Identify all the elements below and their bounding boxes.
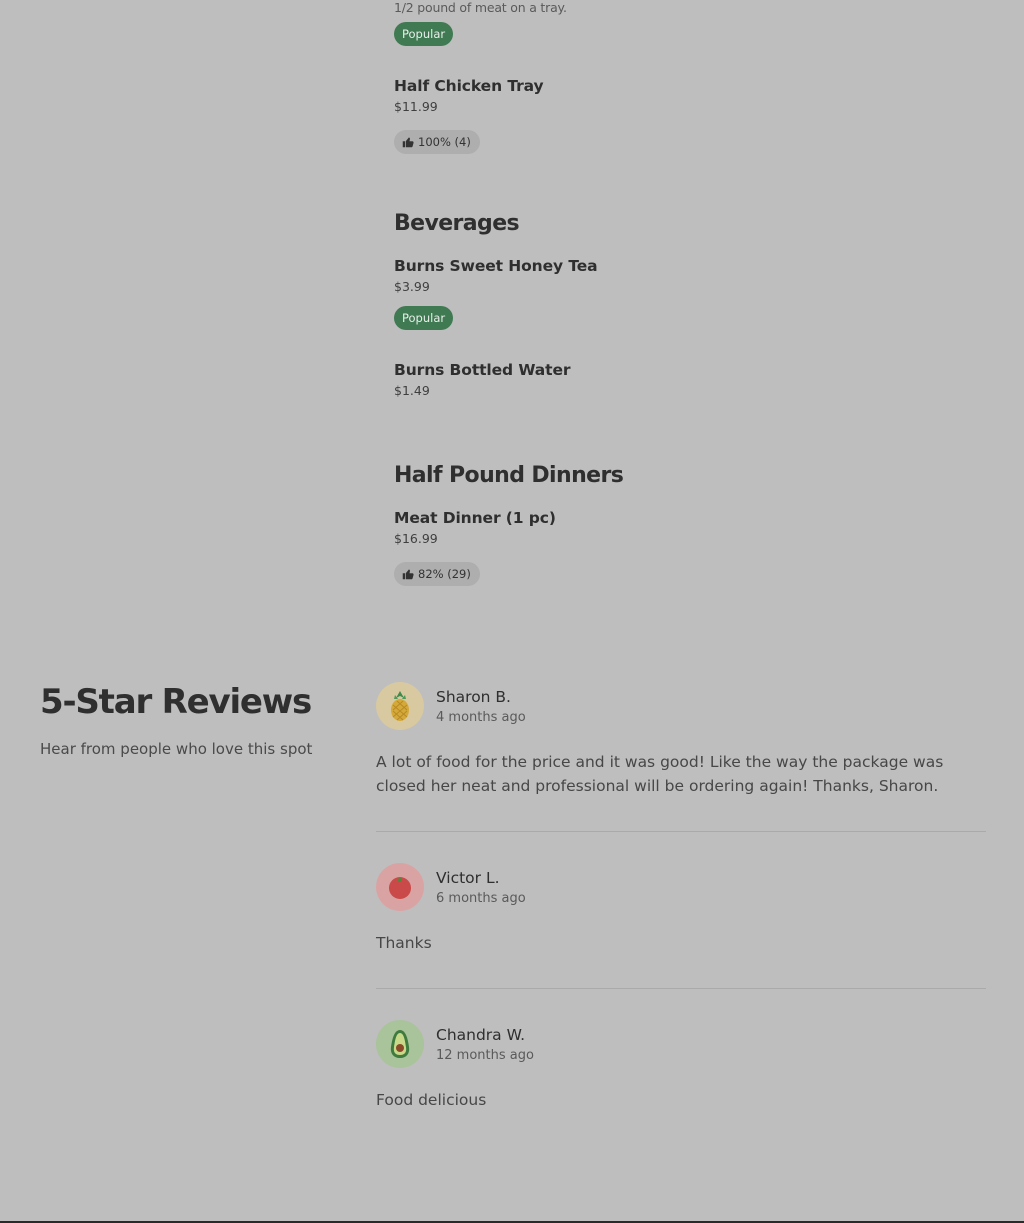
review-time: 4 months ago xyxy=(436,709,526,725)
menu-item-bottled-water[interactable]: Burns Bottled Water $1.49 xyxy=(394,361,571,398)
review-card: Sharon B. 4 months ago A lot of food for… xyxy=(376,682,986,798)
menu-item-meat-dinner[interactable]: Meat Dinner (1 pc) $16.99 xyxy=(394,509,556,546)
avatar xyxy=(376,682,424,730)
review-text: Thanks xyxy=(376,934,432,952)
section-title-beverages: Beverages xyxy=(394,211,520,236)
popular-badge-label: Popular xyxy=(394,306,454,330)
item-price: $16.99 xyxy=(394,531,438,546)
item-price: $11.99 xyxy=(394,99,438,114)
popular-badge: Popular xyxy=(394,22,454,46)
rating-text: 100% (4) xyxy=(418,135,471,149)
section-title-half-pound-dinners: Half Pound Dinners xyxy=(394,463,624,488)
item-name: Meat Dinner (1 pc) xyxy=(394,509,556,527)
item-name: Burns Bottled Water xyxy=(394,361,571,379)
review-card: Victor L. 6 months ago Thanks xyxy=(376,863,986,955)
avatar xyxy=(376,1020,424,1068)
item-description: 1/2 pound of meat on a tray. xyxy=(394,0,567,15)
reviewer-name: Victor L. xyxy=(436,868,500,887)
divider xyxy=(376,831,986,832)
review-card: Chandra W. 12 months ago Food delicious xyxy=(376,1020,986,1112)
reviewer-name: Chandra W. xyxy=(436,1025,526,1044)
reviewer-name: Sharon B. xyxy=(436,687,511,706)
popular-badge-label: Popular xyxy=(394,22,454,46)
divider xyxy=(376,988,986,989)
tomato-icon xyxy=(389,877,411,899)
item-name: Burns Sweet Honey Tea xyxy=(394,257,598,275)
reviews-subtitle: Hear from people who love this spot xyxy=(40,740,313,758)
review-time: 6 months ago xyxy=(436,890,526,906)
avocado-icon xyxy=(390,1030,410,1058)
menu-item-half-chicken[interactable]: Half Chicken Tray $11.99 xyxy=(394,77,544,114)
rating-badge: 100% (4) xyxy=(394,130,480,154)
avatar xyxy=(376,863,424,911)
rating-badge: 82% (29) xyxy=(394,562,480,586)
thumbs-up-icon xyxy=(402,569,414,580)
thumbs-up-icon xyxy=(402,137,414,148)
rating-text: 82% (29) xyxy=(418,567,471,581)
popular-badge: Popular xyxy=(394,306,454,330)
pineapple-icon xyxy=(391,691,409,721)
item-price: $3.99 xyxy=(394,279,430,294)
review-text: Food delicious xyxy=(376,1091,487,1109)
item-price: $1.49 xyxy=(394,383,430,398)
item-name: Half Chicken Tray xyxy=(394,77,544,95)
review-time: 12 months ago xyxy=(436,1047,534,1063)
reviews-title: 5-Star Reviews xyxy=(40,682,312,722)
review-text: A lot of food for the price and it was g… xyxy=(376,753,944,795)
menu-item-sweet-honey-tea[interactable]: Burns Sweet Honey Tea $3.99 xyxy=(394,257,598,294)
